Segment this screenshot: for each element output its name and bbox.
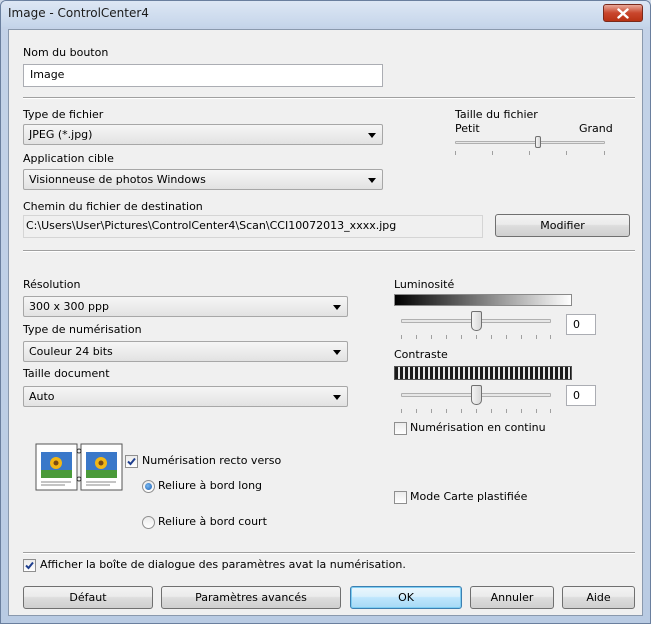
brightness-label: Luminosité [394, 278, 455, 291]
file-size-label: Taille du fichier [455, 108, 538, 121]
short-edge-radio[interactable] [142, 516, 155, 529]
chevron-down-icon [333, 350, 341, 355]
doc-size-select[interactable]: Auto [23, 386, 348, 407]
long-edge-label[interactable]: Reliure à bord long [158, 479, 262, 492]
file-type-select[interactable]: JPEG (*.jpg) [23, 124, 383, 145]
target-app-label: Application cible [23, 152, 114, 165]
continuous-scan-label[interactable]: Numérisation en continu [410, 421, 546, 434]
dialog-window: Image - ControlCenter4 Nom du bouton Ima… [0, 0, 651, 624]
destination-label: Chemin du fichier de destination [23, 200, 203, 213]
scan-type-label: Type de numérisation [23, 323, 142, 336]
contrast-label: Contraste [394, 348, 448, 361]
file-size-min-label: Petit [455, 122, 480, 135]
resolution-select[interactable]: 300 x 300 ppp [23, 296, 348, 317]
brightness-gradient [394, 294, 572, 306]
show-settings-label[interactable]: Afficher la boîte de dialogue des paramè… [40, 558, 406, 571]
brightness-value[interactable]: 0 [566, 314, 596, 335]
resolution-value: 300 x 300 ppp [29, 300, 109, 313]
brightness-slider-thumb[interactable] [470, 311, 482, 331]
destination-path: C:\Users\User\Pictures\ControlCenter4\Sc… [23, 215, 483, 238]
file-type-label: Type de fichier [23, 108, 104, 121]
contrast-gradient [394, 366, 572, 380]
divider-3 [23, 552, 635, 554]
doc-size-value: Auto [29, 390, 55, 403]
continuous-scan-checkbox[interactable] [394, 422, 407, 435]
checkmark-icon [25, 561, 34, 570]
show-settings-checkbox[interactable] [23, 559, 36, 572]
window-title: Image - ControlCenter4 [8, 6, 149, 20]
chevron-down-icon [368, 133, 376, 138]
contrast-value[interactable]: 0 [566, 385, 596, 406]
scan-type-value: Couleur 24 bits [29, 345, 113, 358]
target-app-select[interactable]: Visionneuse de photos Windows [23, 169, 383, 190]
duplex-checkbox[interactable] [125, 455, 138, 468]
help-button[interactable]: Aide [562, 586, 635, 609]
brightness-ticks [401, 335, 551, 340]
close-button[interactable] [603, 4, 643, 22]
duplex-pages-icon [35, 443, 123, 491]
resolution-label: Résolution [23, 278, 81, 291]
contrast-slider-thumb[interactable] [470, 385, 482, 405]
ok-button[interactable]: OK [350, 586, 462, 609]
advanced-settings-button[interactable]: Paramètres avancés [161, 586, 341, 609]
default-button[interactable]: Défaut [23, 586, 153, 609]
close-icon [617, 7, 629, 19]
contrast-ticks [401, 409, 551, 414]
long-edge-radio[interactable] [142, 480, 155, 493]
chevron-down-icon [333, 305, 341, 310]
modify-path-button[interactable]: Modifier [495, 214, 630, 237]
file-size-ticks [455, 151, 605, 156]
file-type-value: JPEG (*.jpg) [29, 128, 93, 141]
chevron-down-icon [368, 178, 376, 183]
file-size-max-label: Grand [579, 122, 613, 135]
button-name-input[interactable]: Image [23, 64, 383, 87]
cancel-button[interactable]: Annuler [470, 586, 554, 609]
plastic-card-label[interactable]: Mode Carte plastifiée [410, 490, 527, 503]
duplex-label[interactable]: Numérisation recto verso [142, 454, 281, 467]
divider-2 [23, 250, 635, 252]
short-edge-label[interactable]: Reliure à bord court [158, 515, 267, 528]
plastic-card-checkbox[interactable] [394, 491, 407, 504]
checkmark-icon [127, 457, 136, 466]
divider-1 [23, 97, 635, 99]
target-app-value: Visionneuse de photos Windows [29, 173, 206, 186]
file-size-slider-thumb[interactable] [534, 136, 541, 148]
button-name-label: Nom du bouton [23, 46, 109, 59]
dialog-body: Nom du bouton Image Type de fichier JPEG… [8, 29, 643, 616]
file-size-slider-track[interactable] [455, 141, 605, 144]
title-bar[interactable]: Image - ControlCenter4 [1, 1, 650, 27]
scan-type-select[interactable]: Couleur 24 bits [23, 341, 348, 362]
doc-size-label: Taille document [23, 367, 110, 380]
chevron-down-icon [333, 395, 341, 400]
